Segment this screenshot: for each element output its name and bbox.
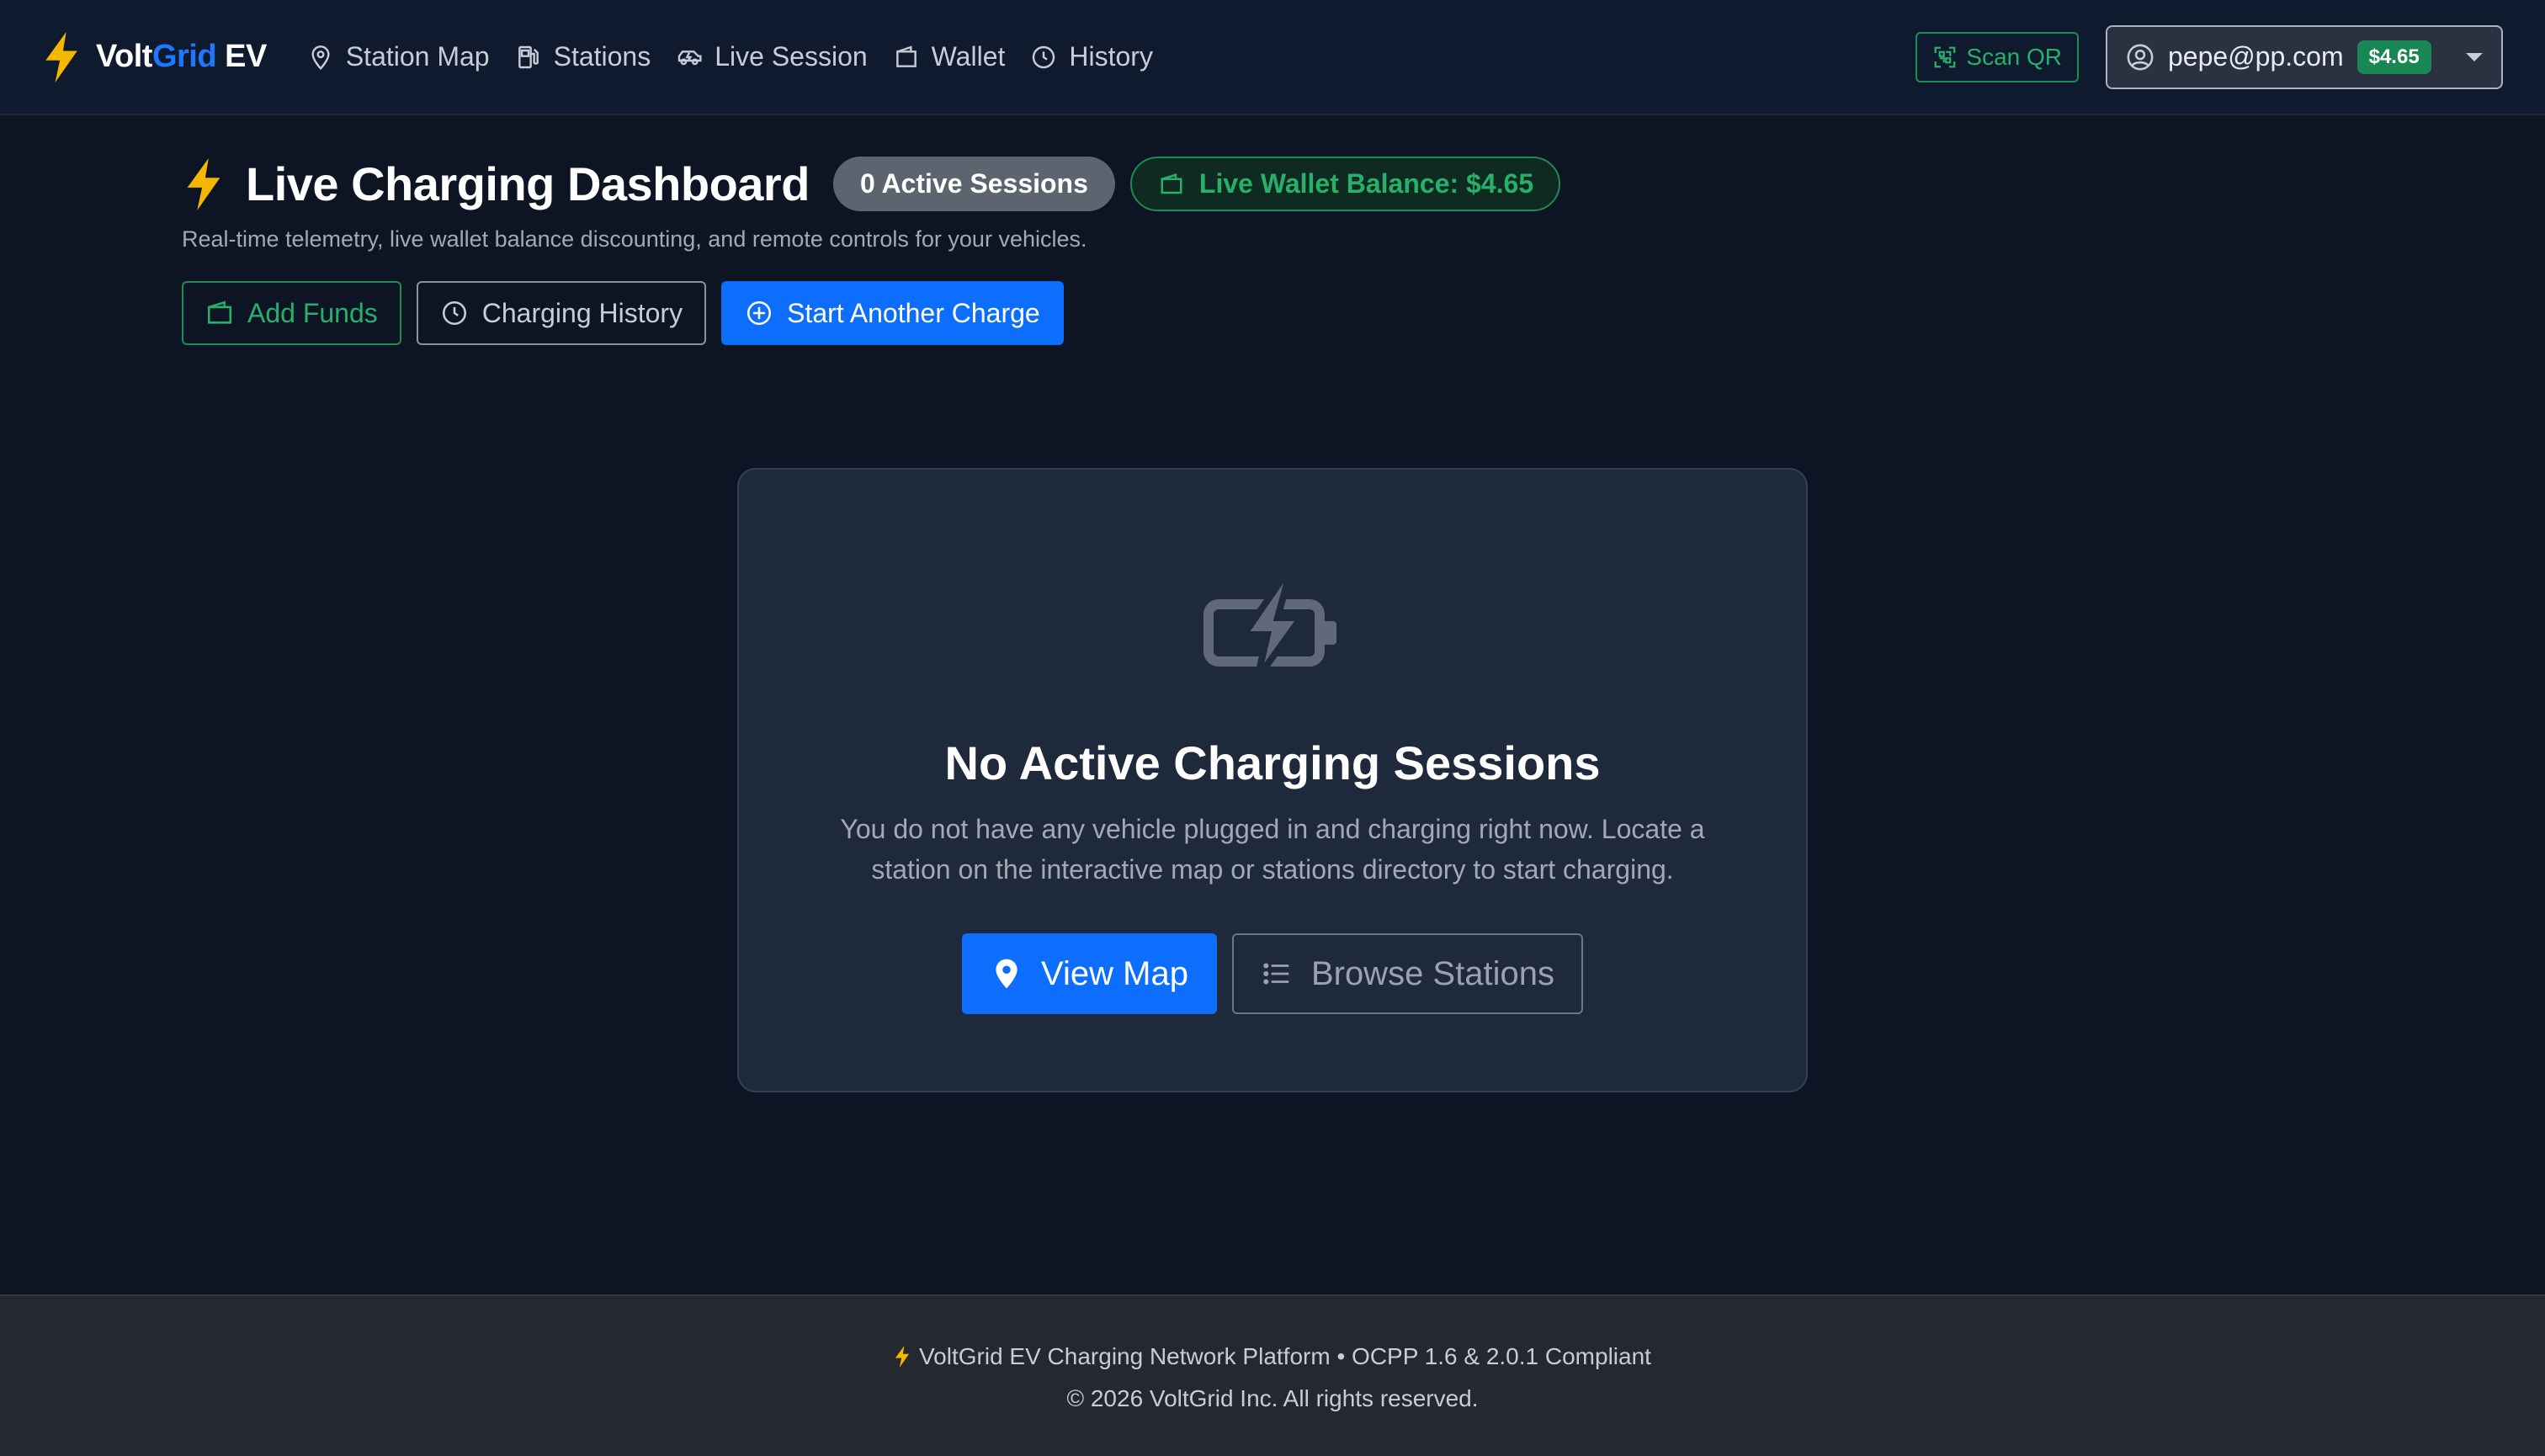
nav-item-label: Wallet	[931, 41, 1006, 72]
empty-state-card: No Active Charging Sessions You do not h…	[737, 468, 1808, 1092]
start-another-charge-button[interactable]: Start Another Charge	[721, 281, 1064, 345]
plus-circle-icon	[747, 300, 772, 326]
map-pin-icon	[311, 45, 330, 70]
wallet-icon	[207, 300, 232, 324]
footer-copyright: © 2026 VoltGrid Inc. All rights reserved…	[1066, 1385, 1479, 1411]
list-icon	[1263, 963, 1289, 985]
view-map-label: View Map	[1041, 954, 1188, 992]
charging-history-button[interactable]: Charging History	[416, 281, 707, 345]
clock-icon	[442, 300, 466, 326]
nav-item-label: History	[1069, 41, 1153, 72]
charging-history-label: Charging History	[481, 297, 683, 328]
fuel-pump-icon	[518, 45, 539, 68]
active-sessions-badge: 0 Active Sessions	[832, 157, 1115, 211]
wallet-balance-badge: Live Wallet Balance: $4.65	[1129, 157, 1561, 211]
wallet-balance-text: Live Wallet Balance: $4.65	[1198, 168, 1534, 199]
empty-state-title: No Active Charging Sessions	[944, 736, 1601, 789]
nav-item-wallet[interactable]: Wallet	[893, 41, 1006, 72]
scan-qr-button[interactable]: Scan QR	[1915, 31, 2079, 82]
browse-stations-label: Browse Stations	[1310, 954, 1554, 992]
add-funds-button[interactable]: Add Funds	[182, 281, 401, 345]
empty-state-text: You do not have any vehicle plugged in a…	[840, 814, 1705, 885]
wallet-icon	[1161, 173, 1182, 194]
lightning-bolt-icon	[895, 1346, 910, 1368]
nav-item-stations[interactable]: Stations	[515, 41, 651, 72]
header-actions: Add Funds Charging History Start Another…	[182, 281, 1560, 345]
scan-qr-label: Scan QR	[1966, 43, 2062, 70]
page-footer: VoltGrid EV Charging Network Platform • …	[0, 1294, 2545, 1456]
user-email: pepe@pp.com	[2168, 41, 2344, 72]
title-row: Live Charging Dashboard 0 Active Session…	[182, 157, 1561, 211]
brand-logo[interactable]: VoltGrid EV	[42, 31, 267, 82]
add-funds-label: Add Funds	[247, 297, 378, 328]
footer-platform-text: VoltGrid EV Charging Network Platform • …	[919, 1343, 1651, 1369]
nav-item-label: Stations	[553, 41, 651, 72]
user-circle-icon	[2127, 44, 2154, 70]
page-subtitle: Real-time telemetry, live wallet balance…	[182, 226, 1087, 252]
wallet-icon	[895, 45, 917, 67]
chevron-down-icon	[2466, 52, 2483, 61]
footer-platform-line: VoltGrid EV Charging Network Platform • …	[894, 1343, 1651, 1370]
lightning-bolt-icon	[45, 31, 77, 82]
nav-links: Station Map Stations Live Session Wallet…	[307, 41, 1153, 72]
nav-item-live-session[interactable]: Live Session	[676, 41, 868, 72]
lightning-bolt-icon	[187, 157, 220, 210]
user-balance-badge: $4.65	[2356, 40, 2431, 74]
battery-charging-icon	[1203, 581, 1336, 678]
user-menu-button[interactable]: pepe@pp.com $4.65	[2106, 24, 2503, 89]
nav-item-label: Station Map	[345, 41, 490, 72]
brand-name: VoltGrid EV	[96, 39, 267, 74]
clock-icon	[1033, 45, 1055, 68]
nav-item-station-map[interactable]: Station Map	[307, 41, 490, 72]
qr-scan-icon	[1935, 46, 1956, 67]
ev-car-icon	[678, 50, 702, 65]
nav-item-label: Live Session	[715, 41, 868, 72]
nav-item-history[interactable]: History	[1030, 41, 1153, 72]
page-title: Live Charging Dashboard	[246, 157, 810, 210]
dashboard-header: Live Charging Dashboard 0 Active Session…	[182, 157, 1561, 345]
view-map-button[interactable]: View Map	[962, 933, 1217, 1014]
start-charge-label: Start Another Charge	[787, 297, 1040, 328]
browse-stations-button[interactable]: Browse Stations	[1231, 933, 1583, 1014]
map-pin-icon	[996, 959, 1017, 989]
empty-state-actions: View Map Browse Stations	[962, 933, 1583, 1014]
nav-right: Scan QR pepe@pp.com $4.65	[1915, 24, 2503, 89]
top-navbar: VoltGrid EV Station Map Stations Live Se…	[0, 0, 2545, 115]
